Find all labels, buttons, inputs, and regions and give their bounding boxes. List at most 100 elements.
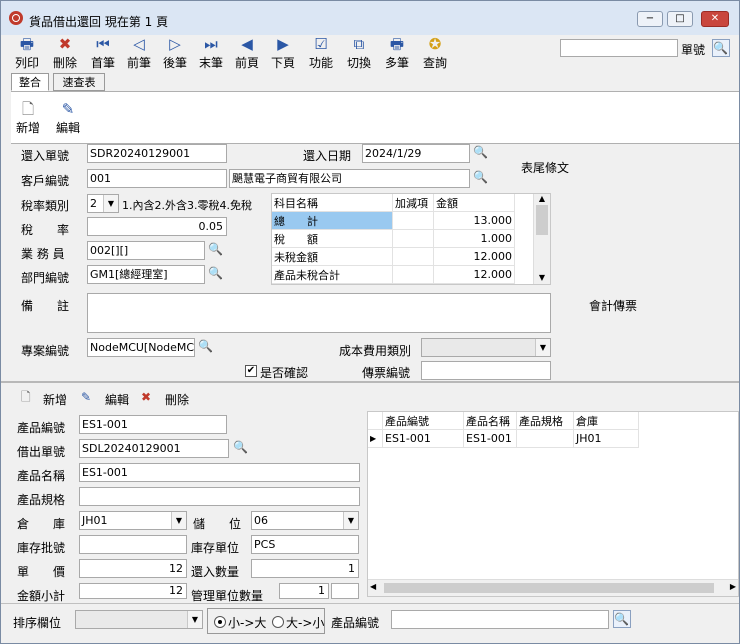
printer-icon: 🖶 (19, 35, 35, 53)
customer-name-field[interactable]: 颶慧電子商貿有限公司 (229, 169, 470, 188)
search-icon[interactable]: 🔍 (613, 610, 631, 628)
mgmt-qty-field[interactable]: 1 (279, 583, 329, 599)
column-header: 產品編號 (382, 412, 464, 430)
print-button[interactable]: 🖶 列印 (11, 35, 43, 71)
search-icon[interactable]: 🔍 (208, 241, 224, 257)
search-icon[interactable]: 🔍 (473, 169, 489, 185)
multi-record-button[interactable]: 🖶 多筆 (381, 35, 413, 71)
summary-table: 科目名稱 加減項 金額 總 計 13.000 稅 額 1.000 未稅金額 12… (272, 194, 515, 284)
cost-type-label: 成本費用類別 (339, 344, 412, 358)
tab-quick-lookup[interactable]: 速查表 (53, 73, 105, 91)
query-icon: ✪ (428, 35, 442, 53)
new-doc-icon[interactable]: 🗋 (21, 389, 37, 405)
table-row[interactable]: 總 計 13.000 (272, 211, 515, 230)
warehouse-select[interactable]: JH01 ▼ (79, 511, 187, 530)
tax-rate-field[interactable]: 0.05 (87, 217, 227, 236)
detail-edit-button[interactable]: 編輯 (105, 391, 129, 408)
confirmed-label: 是否確認 (260, 366, 309, 380)
search-icon[interactable]: 🔍 (233, 439, 249, 455)
scrollbar[interactable]: ▲ ▼ (533, 194, 550, 284)
section-divider (1, 381, 739, 383)
summary-header: 加減項 (392, 194, 434, 212)
lend-no-field[interactable]: SDL20240129001 (79, 439, 229, 458)
table-row[interactable]: ▶ ES1-001 ES1-001 JH01 (368, 429, 639, 448)
next-page-button[interactable]: ▶ 下頁 (267, 35, 299, 71)
sort-desc-label: 大->小 (286, 616, 325, 630)
query-button[interactable]: ✪ 查詢 (419, 35, 451, 71)
subtotal-label: 金額小計 (17, 589, 66, 603)
sort-field-select[interactable]: ▼ (75, 610, 203, 629)
page-down-icon: ▶ (277, 35, 289, 53)
product-name-label: 產品名稱 (17, 469, 66, 483)
close-button[interactable]: ✕ (701, 11, 729, 27)
qty-field[interactable]: 1 (251, 559, 359, 578)
tax-type-select[interactable]: 2 ▼ (87, 194, 119, 213)
chevron-down-icon: ▼ (535, 339, 550, 356)
table-row[interactable]: 稅 額 1.000 (272, 229, 515, 248)
switch-button[interactable]: ⧉ 切換 (343, 35, 375, 71)
sales-field[interactable]: 002[][] (87, 241, 205, 260)
tab-integrated[interactable]: 整合 (11, 73, 49, 91)
price-field[interactable]: 12 (79, 559, 187, 578)
return-no-field[interactable]: SDR20240129001 (87, 144, 227, 163)
voucher-field[interactable] (421, 361, 551, 380)
search-icon[interactable]: 🔍 (712, 39, 730, 57)
search-icon[interactable]: 🔍 (198, 338, 214, 354)
product-name-field[interactable]: ES1-001 (79, 463, 360, 482)
delete-button[interactable]: ✖ 刪除 (49, 35, 81, 71)
new-doc-icon: 🗋 (21, 100, 35, 118)
summary-grid: 科目名稱 加減項 金額 總 計 13.000 稅 額 1.000 未稅金額 12… (271, 193, 551, 285)
prev-record-button[interactable]: ◁ 前筆 (123, 35, 155, 71)
batch-field[interactable] (79, 535, 187, 554)
product-search-input[interactable] (391, 610, 609, 629)
delete-icon[interactable]: ✖ (141, 389, 157, 405)
sort-asc-radio[interactable] (214, 616, 226, 628)
edit-doc-icon[interactable]: ✎ (81, 389, 97, 405)
subtotal-field[interactable]: 12 (79, 583, 187, 599)
mgmt-qty-label: 管理單位數量 (191, 589, 264, 603)
edit-record-button[interactable]: ✎ 編輯 (53, 100, 83, 136)
return-date-field[interactable]: 2024/1/29 (362, 144, 470, 163)
function-button[interactable]: ☑ 功能 (305, 35, 337, 71)
table-row[interactable]: 產品未稅合計 12.000 (272, 265, 515, 284)
detail-new-button[interactable]: 新增 (43, 391, 67, 408)
next-record-button[interactable]: ▷ 後筆 (159, 35, 191, 71)
qty-label: 還入數量 (191, 565, 240, 579)
mgmt-unit-field[interactable] (331, 583, 359, 599)
product-no-field[interactable]: ES1-001 (79, 415, 227, 434)
doc-search-input[interactable] (560, 39, 678, 57)
search-icon[interactable]: 🔍 (208, 265, 224, 281)
new-record-button[interactable]: 🗋 新增 (13, 100, 43, 136)
maximize-button[interactable]: □ (667, 11, 693, 27)
minimize-button[interactable]: − (637, 11, 663, 27)
first-record-button[interactable]: ⏮ 首筆 (87, 35, 119, 71)
scroll-down-icon: ▼ (538, 273, 546, 282)
project-field[interactable]: NodeMCU[NodeMCU] (87, 338, 195, 357)
detail-delete-button[interactable]: 刪除 (165, 391, 189, 408)
location-select[interactable]: 06 ▼ (251, 511, 359, 530)
note-field[interactable] (87, 293, 551, 333)
prev-page-button[interactable]: ◀ 前頁 (231, 35, 263, 71)
sales-label: 業 務 員 (21, 247, 65, 261)
scroll-thumb[interactable] (536, 205, 548, 235)
sort-desc-radio[interactable] (272, 616, 284, 628)
record-actions: 🗋 新增 ✎ 編輯 (11, 91, 739, 144)
confirmed-checkbox[interactable]: ✔ (245, 365, 257, 377)
dept-field[interactable]: GM1[總經理室] (87, 265, 205, 284)
doc-search-label: 單號 (681, 43, 706, 57)
last-record-button[interactable]: ⏭ 末筆 (195, 35, 227, 71)
spec-field[interactable] (79, 487, 360, 506)
function-icon: ☑ (314, 35, 328, 53)
scroll-thumb[interactable] (384, 583, 714, 593)
search-icon[interactable]: 🔍 (473, 144, 489, 160)
customer-code-field[interactable]: 001 (87, 169, 227, 188)
table-row[interactable]: 未稅金額 12.000 (272, 247, 515, 266)
prev-icon: ◁ (133, 35, 145, 53)
cost-type-select[interactable]: ▼ (421, 338, 551, 357)
price-label: 單 價 (17, 565, 66, 579)
horizontal-scrollbar[interactable]: ◀ ▶ (368, 579, 738, 596)
stock-unit-field[interactable]: PCS (251, 535, 359, 554)
summary-header: 科目名稱 (272, 194, 393, 212)
page-up-icon: ◀ (241, 35, 253, 53)
note-label: 備 註 (21, 299, 70, 313)
